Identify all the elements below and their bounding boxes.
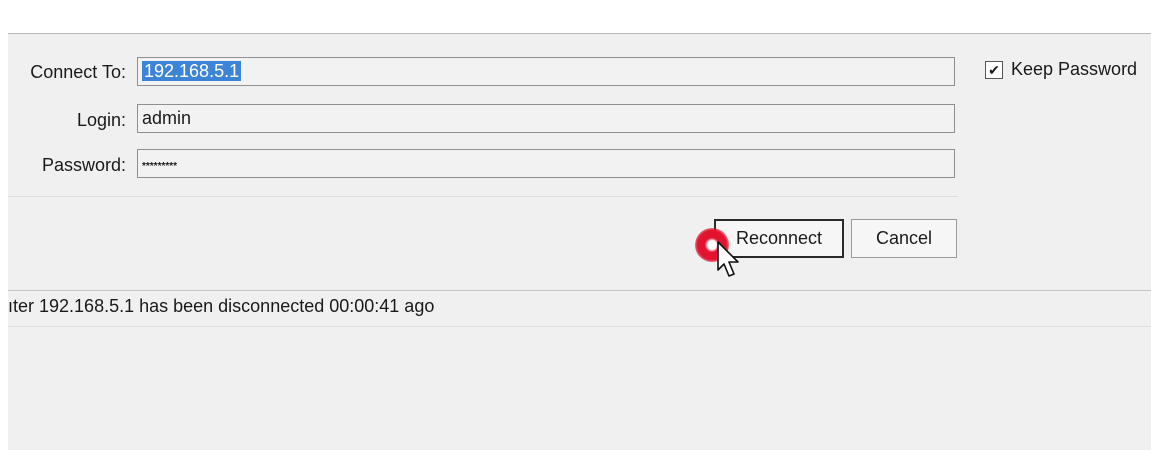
status-message: ıter 192.168.5.1 has been disconnected 0…: [8, 296, 435, 316]
keep-password-checkbox[interactable]: ✔ Keep Password: [985, 59, 1137, 80]
login-field[interactable]: admin: [137, 104, 955, 133]
keep-password-label: Keep Password: [1011, 59, 1138, 79]
form-separator: [8, 196, 958, 197]
password-value: *********: [142, 161, 178, 172]
login-value: admin: [142, 108, 192, 128]
connect-to-field[interactable]: 192.168.5.1: [137, 57, 955, 86]
password-label: Password:: [41, 155, 126, 175]
connection-panel: [8, 33, 1151, 450]
status-divider: [8, 290, 1151, 291]
password-field[interactable]: *********: [137, 149, 955, 178]
cancel-button[interactable]: Cancel: [851, 219, 957, 258]
login-label: Login:: [76, 110, 126, 130]
connect-to-value: 192.168.5.1: [142, 61, 242, 81]
connect-to-label: Connect To:: [30, 62, 126, 82]
status-divider-lower: [8, 326, 1151, 327]
mouse-pointer-icon: [717, 241, 739, 277]
checkmark-icon[interactable]: ✔: [985, 60, 1003, 79]
